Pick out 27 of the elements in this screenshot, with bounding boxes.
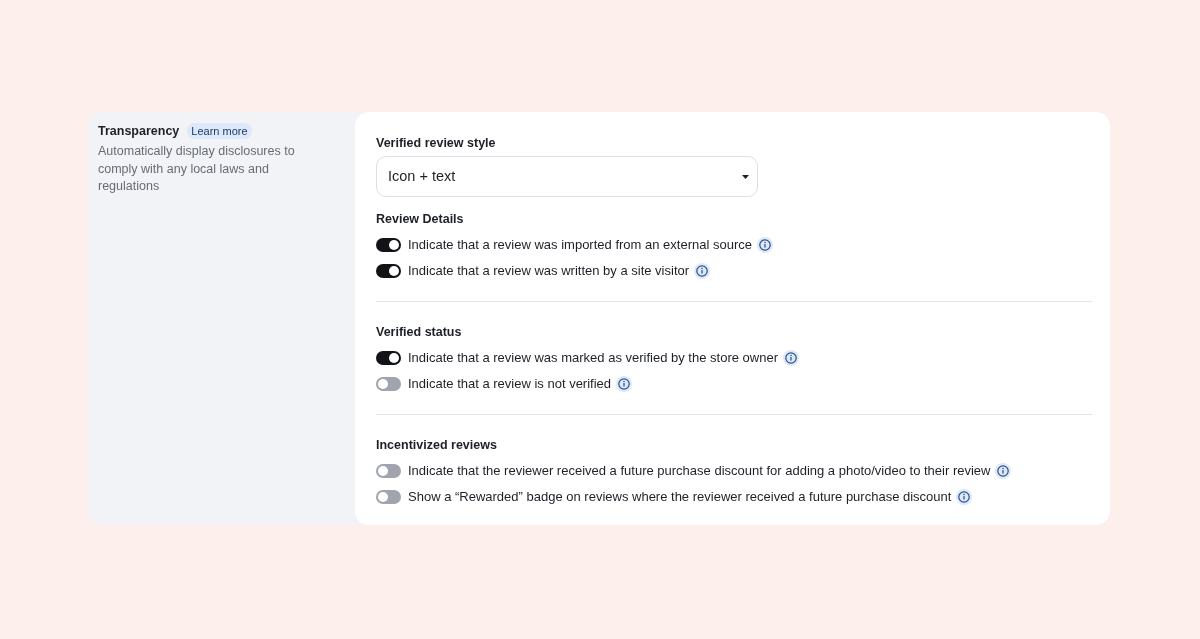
info-icon[interactable]	[616, 376, 633, 392]
section-title: Transparency	[98, 123, 180, 140]
option-label: Indicate that a review was marked as verified by the store owner	[408, 350, 778, 366]
section-description: Automatically display disclosures to comply with any local laws and regulations	[98, 143, 296, 195]
toggle-switch[interactable]	[376, 377, 401, 391]
learn-more-link[interactable]: Learn more	[187, 123, 252, 139]
toggle-switch[interactable]	[376, 464, 401, 478]
toggle-switch[interactable]	[376, 264, 401, 278]
option-label: Indicate that the reviewer received a future purchase discount for adding a photo/video to their review	[408, 463, 991, 479]
toggle-switch[interactable]	[376, 490, 401, 504]
group-title: Verified status	[376, 324, 463, 341]
group-title: Review Details	[376, 211, 465, 228]
option-label: Show a “Rewarded” badge on reviews where the reviewer received a future purchase discount	[408, 489, 952, 505]
group-title: Incentivized reviews	[376, 437, 498, 454]
style-select[interactable]: Icon + text	[376, 156, 758, 197]
info-icon[interactable]	[782, 350, 799, 366]
toggle-switch[interactable]	[376, 238, 401, 252]
info-icon[interactable]	[995, 463, 1012, 479]
option-label: Indicate that a review was written by a site visitor	[408, 263, 690, 279]
option-label: Indicate that a review is not verified	[408, 376, 612, 392]
field-label: Verified review style	[376, 135, 497, 152]
option-label: Indicate that a review was imported from an external source	[408, 237, 752, 253]
info-icon[interactable]	[694, 263, 711, 279]
toggle-switch[interactable]	[376, 351, 401, 365]
info-icon[interactable]	[756, 237, 773, 253]
caret-icon	[742, 174, 749, 179]
info-icon[interactable]	[956, 489, 973, 505]
